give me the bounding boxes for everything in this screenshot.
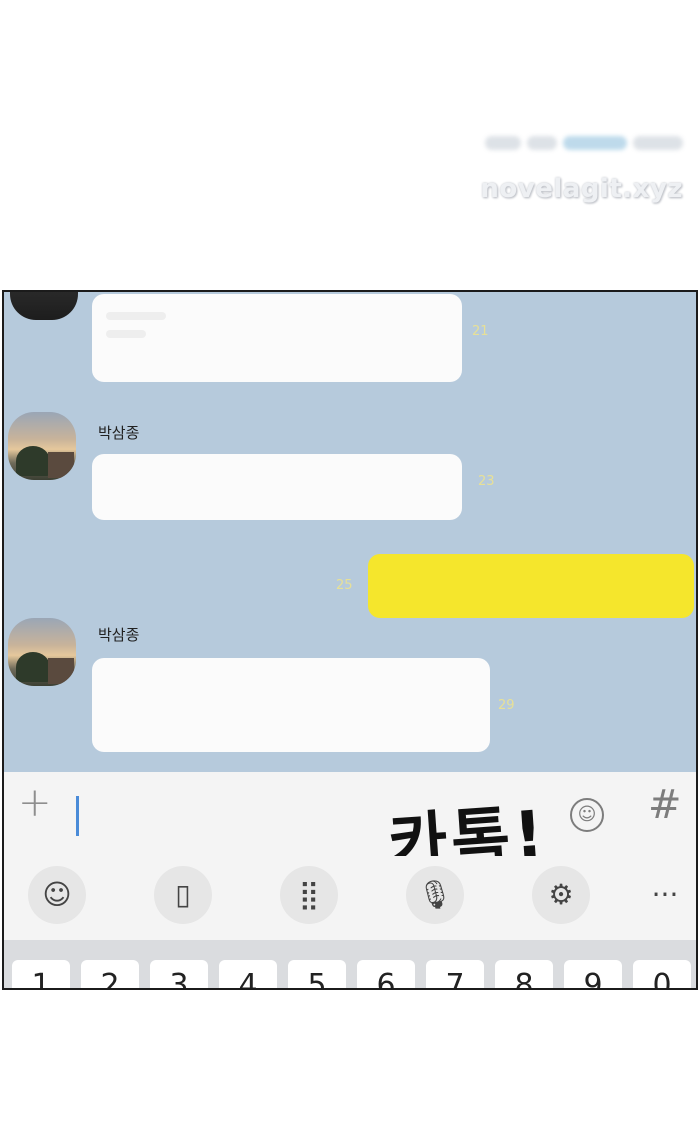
key-3[interactable]: 3 xyxy=(150,960,208,988)
avatar[interactable] xyxy=(8,412,76,480)
watermark-blurred-text xyxy=(478,132,683,154)
key-8[interactable]: 8 xyxy=(495,960,553,988)
smiley-icon[interactable]: ☺ xyxy=(28,866,86,924)
key-0[interactable]: 0 xyxy=(633,960,691,988)
key-1[interactable]: 1 xyxy=(12,960,70,988)
keyboard-toolbar: ☺ ▯ ⣿ 🎙 ⚙ ··· xyxy=(4,856,696,940)
plus-icon[interactable]: + xyxy=(18,780,52,826)
hash-icon[interactable]: # xyxy=(648,782,682,828)
emoji-icon[interactable]: ☺ xyxy=(570,798,604,832)
keypad-icon[interactable]: ⣿ xyxy=(280,866,338,924)
watermark: novelagit.xyz xyxy=(478,132,683,204)
watermark-url: novelagit.xyz xyxy=(480,174,683,204)
message-bubble-1[interactable] xyxy=(92,294,462,382)
phone-screen: 21 박삼종 23 25 박삼종 29 + ☺ # 카톡! ☺ ▯ ⣿ 🎙 ⚙ … xyxy=(2,290,698,990)
key-4[interactable]: 4 xyxy=(219,960,277,988)
sender-name: 박삼종 xyxy=(98,626,140,644)
avatar[interactable] xyxy=(8,618,76,686)
my-message-bubble[interactable] xyxy=(368,554,694,618)
clipboard-icon[interactable]: ▯ xyxy=(154,866,212,924)
message-bubble-4[interactable] xyxy=(92,658,490,752)
message-input[interactable] xyxy=(76,796,79,836)
message-bubble-2[interactable] xyxy=(92,454,462,520)
key-2[interactable]: 2 xyxy=(81,960,139,988)
key-7[interactable]: 7 xyxy=(426,960,484,988)
chat-area[interactable]: 21 박삼종 23 25 박삼종 29 xyxy=(4,292,696,772)
key-6[interactable]: 6 xyxy=(357,960,415,988)
message-time-1: 21 xyxy=(472,324,489,339)
sender-name: 박삼종 xyxy=(98,424,140,442)
key-9[interactable]: 9 xyxy=(564,960,622,988)
message-time-2: 23 xyxy=(478,474,495,489)
message-time-4: 29 xyxy=(498,698,515,713)
more-icon[interactable]: ··· xyxy=(636,866,694,924)
number-key-row: 1 2 3 4 5 6 7 8 9 0 xyxy=(4,940,696,988)
microphone-icon[interactable]: 🎙 xyxy=(406,866,464,924)
settings-icon[interactable]: ⚙ xyxy=(532,866,590,924)
key-5[interactable]: 5 xyxy=(288,960,346,988)
avatar[interactable] xyxy=(10,292,78,320)
message-time-3: 25 xyxy=(336,578,353,593)
message-input-bar: + ☺ # 카톡! xyxy=(4,772,696,882)
page: novelagit.xyz 21 박삼종 23 25 박삼종 29 + ☺ # … xyxy=(0,0,700,1129)
